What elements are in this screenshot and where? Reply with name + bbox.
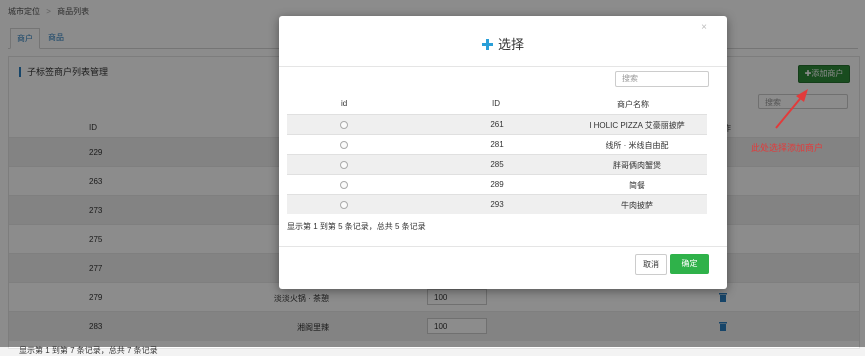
modal-title: 选择: [279, 34, 727, 53]
row-radio[interactable]: [340, 141, 348, 149]
modal-footer-divider: [279, 246, 727, 247]
cell-merchant-name: 牛肉披萨: [621, 201, 653, 210]
modal-pagination-info: 显示第 1 到第 5 条记录，总共 5 条记录: [287, 222, 426, 231]
select-merchant-modal: × 选择 搜索 id ID 商户名称 261 I HOLIC PIZZA 艾豪丽…: [279, 16, 727, 289]
row-radio[interactable]: [340, 161, 348, 169]
plus-icon: [481, 39, 493, 50]
modal-table-row[interactable]: 281 线所 · 米线自由配: [287, 134, 707, 154]
cell-id: 281: [490, 140, 504, 149]
column-header-id: ID: [492, 99, 500, 108]
cell-id: 289: [490, 180, 504, 189]
column-header-radio-id: id: [341, 99, 348, 108]
modal-table-row[interactable]: 285 胖哥俩肉蟹煲: [287, 154, 707, 174]
row-radio[interactable]: [340, 201, 348, 209]
modal-table-row[interactable]: 261 I HOLIC PIZZA 艾豪丽披萨: [287, 114, 707, 134]
row-radio[interactable]: [340, 121, 348, 129]
modal-table-header: id ID 商户名称: [287, 96, 707, 114]
modal-search-input[interactable]: 搜索: [615, 71, 709, 87]
cell-id: 285: [490, 160, 504, 169]
cell-merchant-name: 简餐: [629, 181, 645, 190]
annotation-arrow-icon: [775, 89, 808, 129]
cell-id: 261: [490, 120, 504, 129]
modal-table-row[interactable]: 293 牛肉披萨: [287, 194, 707, 214]
cell-merchant-name: I HOLIC PIZZA 艾豪丽披萨: [589, 121, 685, 130]
modal-table-row[interactable]: 289 简餐: [287, 174, 707, 194]
modal-title-text: 选择: [497, 37, 524, 52]
confirm-button[interactable]: 确定: [670, 254, 709, 274]
row-radio[interactable]: [340, 181, 348, 189]
column-header-merchant-name: 商户名称: [617, 100, 649, 109]
modal-header-divider: [279, 66, 727, 67]
cancel-button[interactable]: 取消: [635, 254, 667, 275]
annotation-text: 此处选择添加商户: [751, 143, 824, 153]
cell-merchant-name: 胖哥俩肉蟹煲: [613, 161, 661, 170]
cell-merchant-name: 线所 · 米线自由配: [605, 141, 669, 150]
close-icon[interactable]: ×: [701, 22, 707, 33]
cell-id: 293: [490, 200, 504, 209]
